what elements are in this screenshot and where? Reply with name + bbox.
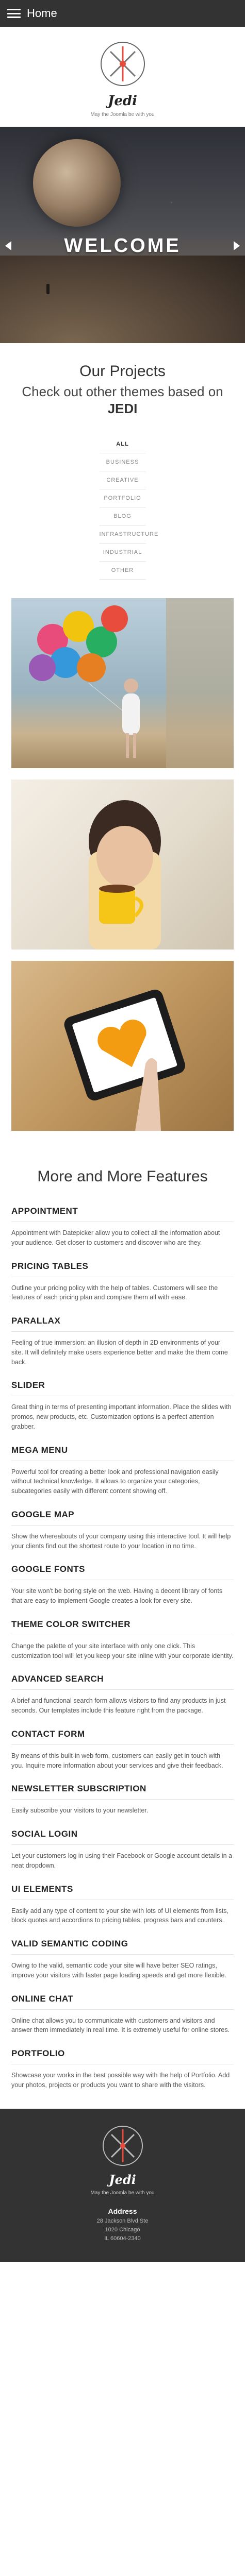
phone-illustration — [64, 989, 185, 1131]
feature-title: MEGA MENU — [11, 1445, 234, 1461]
feature-pricing-tables: PRICING TABLES Outline your pricing poli… — [0, 1261, 245, 1316]
feature-text: By means of this built-in web form, cust… — [11, 1752, 223, 1769]
footer-address-line: 28 Jackson Blvd Ste — [96, 2217, 149, 2224]
projects-section: Our Projects Check out other themes base… — [0, 343, 245, 595]
projects-title: Our Projects — [79, 363, 166, 380]
brand-tagline: May the Joomla be with you — [90, 112, 155, 117]
feature-title: SOCIAL LOGIN — [11, 1829, 234, 1845]
filter-all[interactable]: ALL — [99, 435, 146, 453]
brand-name: Jedi — [108, 93, 137, 109]
feature-text: Online chat allows you to communicate wi… — [11, 2016, 230, 2034]
feature-mega-menu: MEGA MENU Powerful tool for creating a b… — [0, 1445, 245, 1510]
arrow-right-icon[interactable] — [234, 241, 240, 250]
feature-title: NEWSLETTER SUBSCRIPTION — [11, 1784, 234, 1800]
footer-brand-name: Jedi — [109, 2172, 136, 2187]
feature-text: Your site won't be boring style on the w… — [11, 1587, 223, 1604]
feature-text: A brief and functional search form allow… — [11, 1697, 226, 1714]
feature-valid-semantic-coding: VALID SEMANTIC CODING Owing to the valid… — [0, 1939, 245, 1994]
feature-google-fonts: GOOGLE FONTS Your site won't be boring s… — [0, 1564, 245, 1619]
feature-contact-form: CONTACT FORM By means of this built-in w… — [0, 1729, 245, 1784]
feature-text: Owing to the valid, semantic code your s… — [11, 1962, 226, 1979]
footer-tagline: May the Joomla be with you — [90, 2190, 155, 2196]
feature-text: Feeling of true immersion: an illusion o… — [11, 1339, 228, 1366]
feature-advanced-search: ADVANCED SEARCH A brief and functional s… — [0, 1674, 245, 1729]
feature-title: SLIDER — [11, 1380, 234, 1397]
feature-text: Let your customers log in using their Fa… — [11, 1852, 233, 1869]
feature-text: Easily subscribe your visitors to your n… — [11, 1807, 149, 1815]
filter-industrial[interactable]: INDUSTRIAL — [99, 544, 146, 562]
filter-business[interactable]: BUSINESS — [99, 453, 146, 471]
footer-address-label: Address — [108, 2207, 137, 2215]
feature-ui-elements: UI ELEMENTS Easily add any type of conte… — [0, 1884, 245, 1939]
feature-title: PRICING TABLES — [11, 1261, 234, 1277]
feature-google-map: GOOGLE MAP Show the whereabouts of your … — [0, 1510, 245, 1565]
feature-text: Outline your pricing policy with the hel… — [11, 1284, 218, 1301]
feature-title: GOOGLE FONTS — [11, 1564, 234, 1581]
feature-text: Powerful tool for creating a better look… — [11, 1468, 219, 1495]
logo-area: Jedi May the Joomla be with you — [0, 27, 245, 127]
feature-title: CONTACT FORM — [11, 1729, 234, 1745]
feature-text: Show the whereabouts of your company usi… — [11, 1532, 231, 1550]
project-image-coffee[interactable] — [11, 779, 234, 950]
project-image-balloons[interactable] — [11, 598, 234, 768]
filter-blog[interactable]: BLOG — [99, 507, 146, 526]
features-list: APPOINTMENT Appointment with Datepicker … — [0, 1206, 245, 2104]
hero-dunes — [0, 256, 245, 343]
feature-title: THEME COLOR SWITCHER — [11, 1619, 234, 1635]
feature-title: ONLINE CHAT — [11, 1994, 234, 2010]
feature-text: Appointment with Datepicker allow you to… — [11, 1229, 220, 1246]
feature-title: GOOGLE MAP — [11, 1510, 234, 1526]
feature-title: APPOINTMENT — [11, 1206, 234, 1222]
projects-gallery — [0, 595, 245, 1131]
footer: Jedi May the Joomla be with you Address … — [0, 2108, 245, 2262]
jedi-emblem-icon[interactable] — [99, 40, 146, 88]
hero-figure — [46, 284, 50, 294]
feature-social-login: SOCIAL LOGIN Let your customers log in u… — [0, 1829, 245, 1884]
hero-title: WELCOME — [64, 235, 181, 257]
feature-title: VALID SEMANTIC CODING — [11, 1939, 234, 1955]
filter-other[interactable]: OTHER — [99, 562, 146, 580]
feature-online-chat: ONLINE CHAT Online chat allows you to co… — [0, 1994, 245, 2049]
feature-parallax: PARALLAX Feeling of true immersion: an i… — [0, 1316, 245, 1380]
feature-theme-color-switcher: THEME COLOR SWITCHER Change the palette … — [0, 1619, 245, 1674]
page-title: Home — [27, 7, 57, 20]
projects-subtitle-text: Check out other themes based on — [22, 384, 223, 399]
projects-subtitle-brand: JEDI — [107, 400, 138, 416]
feature-slider: SLIDER Great thing in terms of presentin… — [0, 1380, 245, 1445]
filter-infrastructure[interactable]: INFRASTRUCTURE — [99, 526, 158, 544]
hero-slider: WELCOME — [0, 127, 245, 343]
filter-creative[interactable]: CREATIVE — [99, 471, 146, 489]
hamburger-icon[interactable] — [7, 9, 21, 18]
project-image-phone[interactable] — [11, 961, 234, 1131]
feature-text: Great thing in terms of presenting impor… — [11, 1403, 232, 1430]
projects-subtitle: Check out other themes based on JEDI — [10, 383, 235, 417]
feature-text: Easily add any type of content to your s… — [11, 1907, 229, 1924]
features-title: More and More Features — [37, 1168, 208, 1185]
balloons-illustration — [29, 598, 234, 768]
coffee-illustration — [89, 800, 161, 950]
feature-appointment: APPOINTMENT Appointment with Datepicker … — [0, 1206, 245, 1261]
footer-address-line: 1020 Chicago — [105, 2226, 140, 2233]
project-filters: ALL BUSINESS CREATIVE PORTFOLIO BLOG INF… — [10, 435, 235, 580]
feature-text: Change the palette of your site interfac… — [11, 1642, 234, 1659]
arrow-left-icon[interactable] — [5, 241, 11, 250]
feature-title: PARALLAX — [11, 1316, 234, 1332]
hero-planet — [33, 139, 121, 227]
footer-address-line: IL 60604-2340 — [104, 2235, 141, 2242]
feature-title: PORTFOLIO — [11, 2048, 234, 2064]
feature-text: Showcase your works in the best possible… — [11, 2072, 230, 2089]
feature-title: ADVANCED SEARCH — [11, 1674, 234, 1690]
feature-newsletter-subscription: NEWSLETTER SUBSCRIPTION Easily subscribe… — [0, 1784, 245, 1829]
feature-portfolio: PORTFOLIO Showcase your works in the bes… — [0, 2048, 245, 2104]
feature-title: UI ELEMENTS — [11, 1884, 234, 1900]
filter-portfolio[interactable]: PORTFOLIO — [99, 489, 146, 507]
footer-jedi-emblem-icon[interactable] — [101, 2124, 144, 2167]
top-navbar: Home — [0, 0, 245, 27]
